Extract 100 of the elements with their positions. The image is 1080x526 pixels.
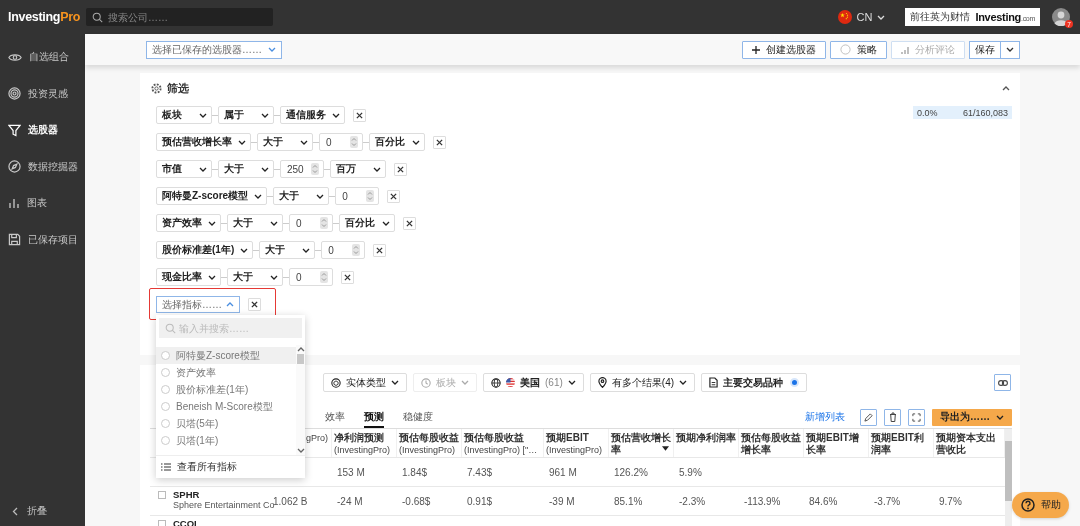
remove-button[interactable]	[373, 243, 387, 257]
column-header[interactable]: 预估每股收益 (InvestingPro) ["…	[462, 429, 544, 457]
filter-select[interactable]: 资产效率	[156, 214, 221, 232]
row-checkbox[interactable]	[158, 520, 166, 526]
radio-button[interactable]	[161, 419, 170, 428]
number-field[interactable]: 250	[280, 160, 324, 178]
scrollbar-thumb[interactable]	[297, 354, 304, 364]
number-field[interactable]: 0	[335, 187, 380, 205]
column-header[interactable]: 预期EBIT (InvestingPro)	[544, 429, 609, 457]
app-logo[interactable]: InvestingPro	[8, 10, 86, 24]
sidebar-item[interactable]: 图表	[0, 185, 85, 222]
filter-select[interactable]: 大于	[273, 187, 330, 205]
filter-select[interactable]: 阿特曼Z-score模型	[156, 187, 268, 205]
scrollbar[interactable]	[296, 345, 305, 455]
remove-button[interactable]	[394, 162, 407, 176]
remove-button[interactable]	[353, 108, 366, 122]
fullscreen-button[interactable]	[908, 408, 925, 426]
toolbar-button[interactable]: 策略	[830, 40, 887, 59]
question-icon	[1021, 498, 1035, 512]
metric-select[interactable]: 选择指标……	[156, 296, 240, 313]
radio-button[interactable]	[161, 402, 170, 411]
row-checkbox[interactable]	[158, 491, 166, 499]
filter-select[interactable]: 市值	[156, 160, 212, 178]
column-header[interactable]: 净利润预测 (InvestingPro)	[332, 429, 397, 457]
filter-select[interactable]: 百分比	[369, 133, 425, 151]
sidebar-item[interactable]: 数据挖掘器	[0, 148, 85, 185]
remove-button[interactable]	[433, 135, 446, 149]
region-selector[interactable]: CN	[837, 10, 886, 24]
compass-icon	[8, 160, 21, 174]
filter-select[interactable]: 通信服务	[280, 106, 345, 124]
radio-button[interactable]	[161, 385, 170, 394]
metric-option[interactable]: 资产效率	[156, 364, 296, 381]
collapse-button[interactable]: 折叠	[0, 504, 85, 526]
scrollbar-thumb[interactable]	[1005, 441, 1012, 501]
scrollbar[interactable]	[1005, 429, 1012, 526]
toolbar-button[interactable]: 创建选股器	[742, 40, 826, 59]
tab[interactable]: 稳健度	[403, 410, 433, 428]
tab[interactable]: 预测	[364, 410, 384, 428]
tab[interactable]: 效率	[325, 410, 345, 428]
sidebar-item[interactable]: 投资灵感	[0, 75, 85, 112]
filter-select[interactable]: 大于	[259, 241, 316, 259]
column-header[interactable]: 预期净利润率	[674, 429, 739, 457]
number-field[interactable]: 0	[289, 268, 333, 286]
sidebar-item[interactable]: 自选组合	[0, 39, 85, 76]
search-icon	[92, 11, 103, 23]
filter-select[interactable]: 大于	[218, 160, 274, 178]
metric-option[interactable]: 阿特曼Z-score模型	[156, 347, 296, 364]
spinner-icon	[320, 271, 328, 283]
filter-select[interactable]: 百万	[330, 160, 386, 178]
remove-button[interactable]	[248, 298, 261, 311]
number-field[interactable]: 0	[319, 133, 363, 151]
filter-select[interactable]: 现金比率	[156, 268, 221, 286]
filter-select[interactable]: 板块	[156, 106, 212, 124]
filter-select[interactable]: 预估营收增长率	[156, 133, 251, 151]
column-header[interactable]: 预估每股收益 (InvestingPro)	[397, 429, 462, 457]
radio-button[interactable]	[161, 368, 170, 377]
caret-down-icon	[302, 247, 311, 253]
view-all-metrics-link[interactable]: 查看所有指标	[156, 455, 305, 478]
metric-option[interactable]: Beneish M-Score模型	[156, 398, 296, 415]
filter-select[interactable]: 大于	[257, 133, 313, 151]
metric-option[interactable]: 贝塔(5年)	[156, 415, 296, 432]
number-field[interactable]: 0	[321, 241, 366, 259]
table-cell: 5.9%	[679, 466, 702, 478]
help-button[interactable]: 帮助	[1012, 492, 1069, 518]
caret-down-icon	[238, 139, 246, 145]
column-header[interactable]: 预估每股收益增长率	[739, 429, 804, 457]
column-header[interactable]: 预期EBIT增长率	[804, 429, 869, 457]
filter-chip[interactable]: 美国 (61)	[483, 373, 584, 392]
column-header[interactable]: 预期EBIT利润率	[869, 429, 934, 457]
filter-chip[interactable]: 实体类型	[323, 373, 407, 392]
ticker-symbol[interactable]: SPHR	[173, 490, 275, 500]
progress-bar: 0.0% 61/160,083	[913, 106, 1012, 119]
link-button[interactable]	[994, 374, 1011, 391]
search-field[interactable]: 搜索公司……	[86, 8, 273, 26]
remove-button[interactable]	[387, 189, 401, 203]
saved-screener-select[interactable]: 选择已保存的选股器……	[146, 40, 282, 59]
column-header[interactable]: 预估营收增长率	[609, 429, 674, 457]
filter-select[interactable]: 大于	[227, 268, 283, 286]
sidebar-item[interactable]: 选股器	[0, 112, 85, 149]
add-list-link[interactable]: 新增列表	[805, 410, 845, 424]
radio-button[interactable]	[790, 378, 800, 387]
filter-select[interactable]: 大于	[227, 214, 283, 232]
radio-button[interactable]	[161, 351, 170, 360]
edit-button[interactable]	[860, 408, 877, 426]
metric-option[interactable]: 贝塔(1年)	[156, 432, 296, 449]
remove-button[interactable]	[341, 270, 354, 284]
bar-chart-icon	[8, 197, 20, 210]
filter-select[interactable]: 百分比	[339, 214, 395, 232]
sidebar-item[interactable]: 已保存项目	[0, 221, 85, 258]
radio-button[interactable]	[161, 436, 170, 445]
remove-button[interactable]	[403, 216, 416, 230]
metric-option[interactable]: 股价标准差(1年)	[156, 381, 296, 398]
export-button[interactable]: 导出为……	[932, 408, 1012, 426]
filter-select[interactable]: 属于	[218, 106, 274, 124]
delete-button[interactable]	[884, 408, 901, 426]
filter-select[interactable]: 股价标准差(1年)	[156, 241, 254, 259]
number-field[interactable]: 0	[289, 214, 333, 232]
toggle-chip[interactable]: 主要交易品种	[701, 373, 808, 392]
filter-chip[interactable]: 有多个结果(4)	[589, 373, 696, 392]
caret-down-icon	[679, 380, 688, 385]
